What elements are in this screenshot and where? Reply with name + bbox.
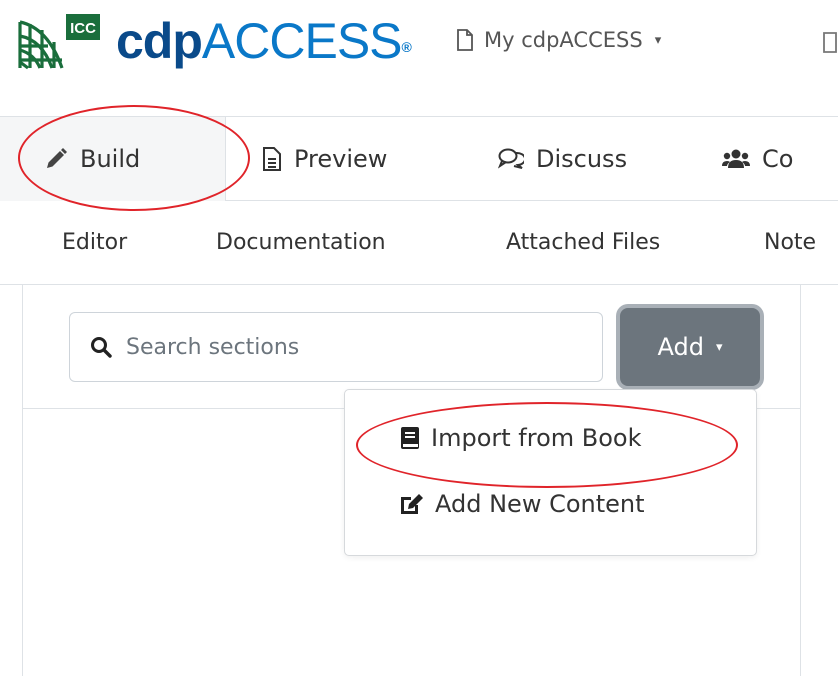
app-header: ICC cdpACCESS® My cdpACCESS ▾ [0,0,838,116]
search-icon [91,337,112,358]
icc-logo-icon: ICC [18,14,102,70]
chevron-down-icon: ▾ [654,32,662,48]
search-sections-field[interactable] [69,312,603,382]
tab-collaborators-label: Co [762,145,794,173]
document-icon [263,147,281,171]
tab-build[interactable]: Build [0,117,226,201]
book-icon [401,427,419,449]
tab-collaborators[interactable]: Co [722,117,793,201]
add-dropdown-menu: Import from Book Add New Content [344,389,757,556]
add-new-content-label: Add New Content [435,490,645,518]
import-from-book-label: Import from Book [431,424,642,452]
comments-icon [498,148,524,169]
add-button-label: Add [657,333,704,361]
tab-discuss-label: Discuss [536,145,628,173]
subnav-editor[interactable]: Editor [62,201,127,285]
tab-preview[interactable]: Preview [262,117,387,201]
users-icon [722,149,750,168]
edit-icon [401,494,423,514]
add-dropdown-button[interactable]: Add ▾ [620,308,760,386]
tab-build-label: Build [80,145,141,173]
logo-text-access: ACCESS [201,13,403,69]
my-cdpaccess-menu[interactable]: My cdpACCESS ▾ [456,28,661,52]
search-input[interactable] [126,334,566,360]
logo-wordmark: cdpACCESS® [116,13,412,69]
caret-down-icon: ▾ [715,339,723,355]
menu-item-import-from-book[interactable]: Import from Book [399,424,642,452]
clipboard-icon[interactable] [822,30,838,54]
file-icon [457,29,473,51]
tab-discuss[interactable]: Discuss [498,117,627,201]
subnav-documentation[interactable]: Documentation [216,201,386,285]
pencil-icon [47,148,67,168]
svg-text:ICC: ICC [70,20,96,37]
tab-preview-label: Preview [294,145,388,173]
main-tabs: Build Preview Discuss Co [0,116,838,201]
logo-text-cdp: cdp [116,13,203,69]
logo-registered-mark: ® [401,39,412,55]
subnav-attached-files[interactable]: Attached Files [506,201,660,285]
sub-navigation: Editor Documentation Attached Files Note [0,201,838,285]
subnav-notes[interactable]: Note [764,201,816,285]
my-cdpaccess-label: My cdpACCESS [484,28,643,52]
menu-item-add-new-content[interactable]: Add New Content [399,490,645,518]
